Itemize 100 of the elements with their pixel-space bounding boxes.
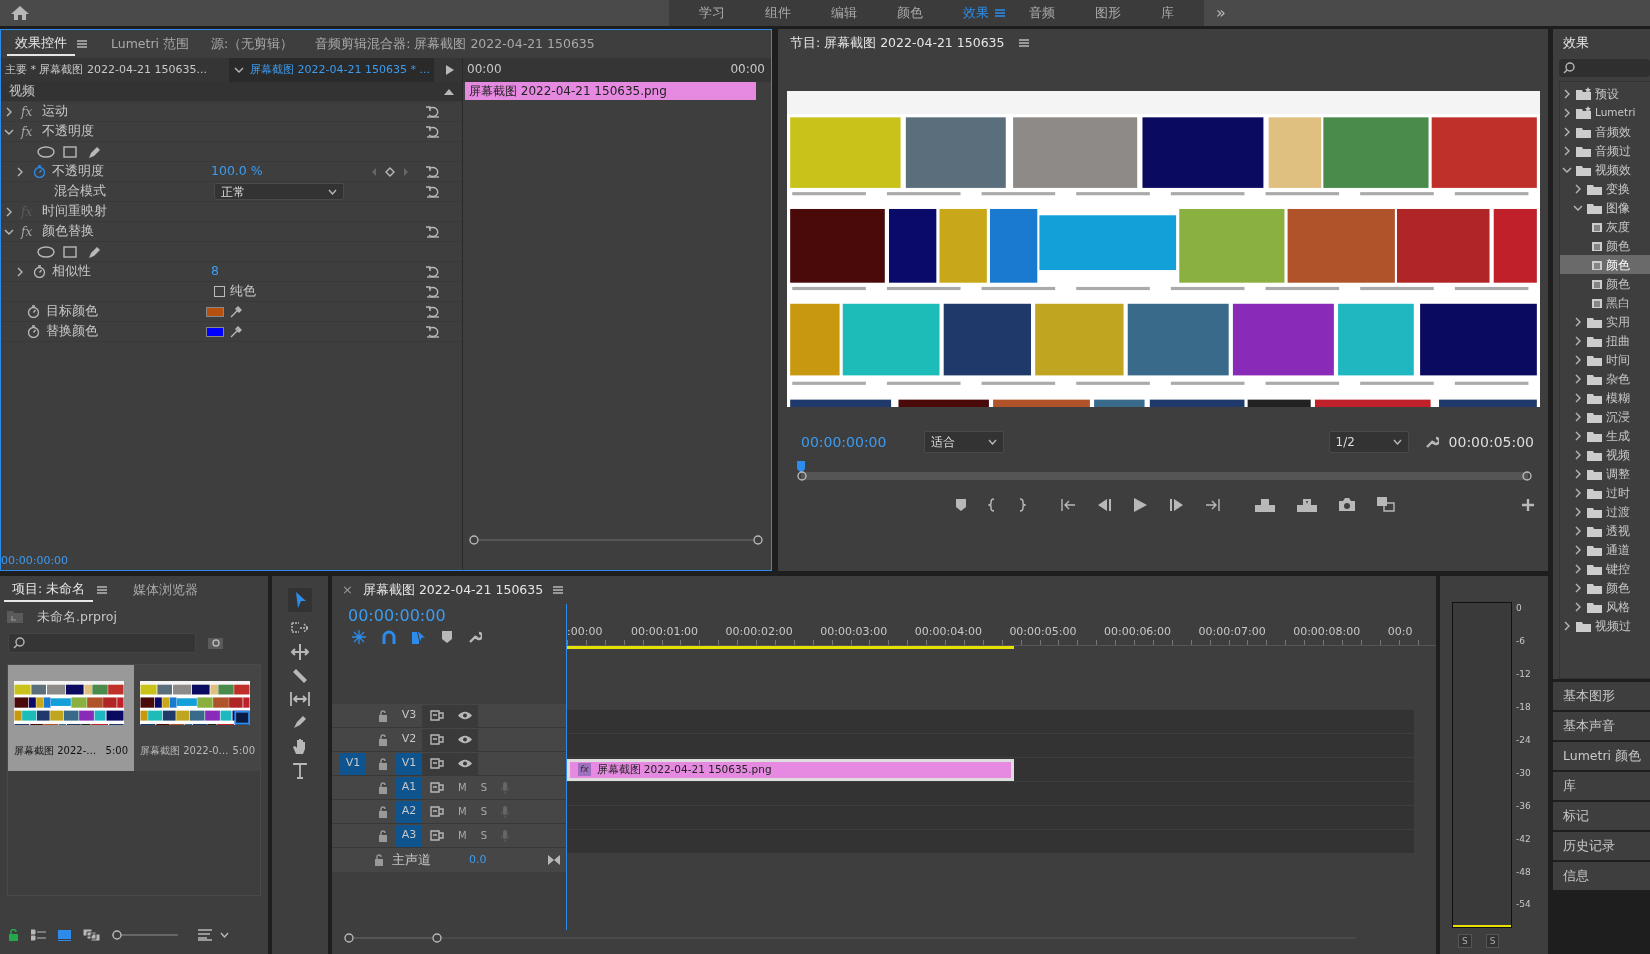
panel-tab[interactable]: Lumetri 颜色 — [1553, 742, 1650, 770]
chevron-right-icon[interactable] — [4, 206, 14, 217]
stopwatch-icon[interactable] — [27, 305, 40, 318]
chevron-right-icon[interactable] — [15, 166, 25, 177]
insert-icon[interactable] — [1255, 497, 1275, 512]
menu-icon[interactable] — [97, 586, 108, 594]
eye-icon[interactable] — [458, 735, 472, 744]
panel-tab[interactable]: 基本图形 — [1553, 682, 1650, 710]
tree-item[interactable]: 黑白 — [1560, 293, 1650, 312]
reset-icon[interactable] — [426, 225, 440, 238]
panel-tab[interactable]: 信息 — [1553, 862, 1650, 890]
panel-tab[interactable]: 效果控件 — [7, 31, 75, 57]
camera-icon[interactable] — [1339, 498, 1355, 511]
sync-lock-icon[interactable] — [430, 710, 444, 721]
collapse-tracks-icon[interactable] — [548, 855, 560, 865]
menu-icon[interactable] — [553, 586, 564, 594]
source-patch[interactable]: V1 — [340, 752, 366, 775]
track-target[interactable]: V3 — [396, 704, 422, 727]
tree-item[interactable]: 颜色 — [1560, 578, 1650, 597]
chevron-right-icon[interactable] — [1573, 430, 1583, 441]
pen-mask-icon[interactable] — [87, 144, 101, 159]
chevron-right-icon[interactable] — [1573, 373, 1583, 384]
play-arrow-icon[interactable] — [446, 65, 454, 75]
slip-icon[interactable] — [290, 692, 310, 706]
panel-tab[interactable]: 库 — [1553, 772, 1650, 800]
workspace-tab[interactable]: 组件 — [745, 0, 811, 26]
tree-item[interactable]: 视频效 — [1560, 160, 1650, 179]
track-target[interactable]: V2 — [396, 728, 422, 751]
type-tool-icon[interactable] — [293, 763, 307, 779]
sync-lock-icon[interactable] — [430, 734, 444, 745]
track-target[interactable]: A1 — [396, 776, 422, 799]
tree-item[interactable]: 过时 — [1560, 483, 1650, 502]
tree-item[interactable]: 调整 — [1560, 464, 1650, 483]
linked-selection-icon[interactable] — [412, 630, 426, 644]
list-view-icon[interactable] — [31, 929, 46, 941]
icon-view-icon[interactable] — [58, 929, 71, 941]
tree-item[interactable]: 颜色 — [1560, 236, 1650, 255]
lock-icon[interactable] — [8, 929, 19, 941]
track-select-icon[interactable] — [291, 620, 309, 636]
tree-item[interactable]: 视频过 — [1560, 616, 1650, 635]
panel-tab[interactable]: 项目: 未命名 — [4, 577, 94, 603]
search-field[interactable] — [1559, 59, 1650, 77]
mark-out-icon[interactable] — [1018, 497, 1026, 512]
step-forward-icon[interactable] — [1169, 498, 1183, 511]
tree-item[interactable]: 风格 — [1560, 597, 1650, 616]
chevron-right-icon[interactable] — [1573, 601, 1583, 612]
nest-icon[interactable] — [352, 630, 366, 644]
zoom-dropdown[interactable]: 适合 — [924, 431, 1005, 453]
chevron-right-icon[interactable] — [1562, 88, 1572, 99]
mute-button[interactable]: M — [458, 828, 467, 843]
tree-item[interactable]: 颜色 — [1560, 255, 1650, 274]
chevron-right-icon[interactable] — [1573, 449, 1583, 460]
reset-icon[interactable] — [426, 165, 440, 178]
tree-item[interactable]: 扭曲 — [1560, 331, 1650, 350]
tree-item[interactable]: 模糊 — [1560, 388, 1650, 407]
chevron-right-icon[interactable] — [1573, 335, 1583, 346]
track-target[interactable]: V1 — [396, 752, 422, 775]
scroll-handle-icon[interactable] — [1522, 471, 1532, 481]
solo-button[interactable]: S — [480, 780, 487, 795]
tree-item[interactable]: 通道 — [1560, 540, 1650, 559]
go-to-out-icon[interactable] — [1205, 497, 1221, 512]
chevron-right-icon[interactable] — [1573, 183, 1583, 194]
checkbox[interactable] — [214, 286, 225, 297]
chevron-right-icon[interactable] — [1573, 506, 1583, 517]
blend-mode-dropdown[interactable]: 正常 — [214, 183, 344, 200]
menu-icon[interactable] — [995, 9, 1005, 17]
ripple-edit-icon[interactable] — [291, 644, 309, 660]
sync-lock-icon[interactable] — [430, 758, 444, 769]
panel-tab[interactable]: 标记 — [1553, 802, 1650, 830]
resolution-dropdown[interactable]: 1/2 — [1328, 431, 1409, 453]
reset-icon[interactable] — [426, 185, 440, 198]
home-icon[interactable] — [11, 6, 29, 20]
selection-tool-icon[interactable] — [288, 588, 312, 612]
solo-button[interactable]: S — [480, 804, 487, 819]
chevron-right-icon[interactable] — [1562, 107, 1572, 118]
razor-icon[interactable] — [292, 668, 308, 684]
reset-icon[interactable] — [426, 325, 440, 338]
menu-icon[interactable] — [77, 40, 87, 48]
tree-item[interactable]: 预设 — [1560, 84, 1650, 103]
tree-item[interactable]: 透视 — [1560, 521, 1650, 540]
eye-icon[interactable] — [458, 759, 472, 768]
stopwatch-icon[interactable] — [33, 165, 46, 178]
keyframe-navigator-icon[interactable] — [372, 166, 408, 177]
search-field[interactable] — [8, 633, 196, 653]
tree-item[interactable]: 时间 — [1560, 350, 1650, 369]
workspace-tab[interactable]: 编辑 — [811, 0, 877, 26]
marker-icon[interactable] — [956, 498, 966, 511]
workspace-tab[interactable]: 图形 — [1075, 0, 1141, 26]
scroll-handle-icon[interactable] — [753, 535, 763, 545]
panel-tab[interactable]: 音频剪辑混合器: 屏幕截图 2022-04-21 150635 — [307, 32, 603, 56]
panel-tab[interactable]: 媒体浏览器 — [125, 578, 207, 602]
scroll-handle-icon[interactable] — [469, 535, 479, 545]
chevron-right-icon[interactable] — [1562, 145, 1572, 156]
lock-icon[interactable] — [374, 854, 384, 866]
workspace-tab[interactable]: 音频 — [1009, 0, 1075, 26]
sequence-clip-dropdown[interactable]: 屏幕截图 2022-04-21 150635 * ... — [229, 58, 434, 82]
scroll-handle-icon[interactable] — [432, 933, 442, 943]
chevron-right-icon[interactable] — [1573, 563, 1583, 574]
tree-item[interactable]: 音频效 — [1560, 122, 1650, 141]
solo-button[interactable]: S — [480, 828, 487, 843]
